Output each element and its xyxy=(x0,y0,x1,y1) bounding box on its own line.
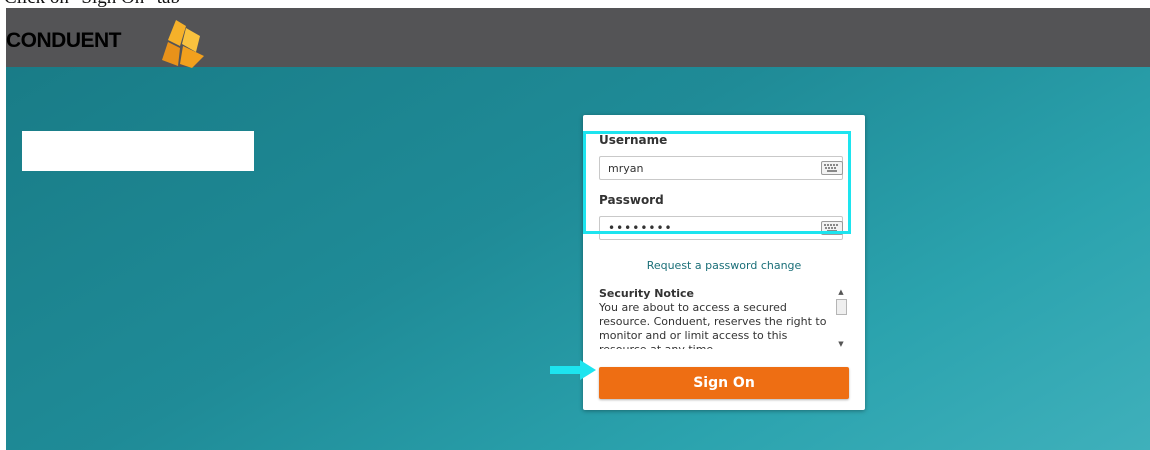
scroll-up-icon[interactable]: ▲ xyxy=(835,287,847,297)
request-password-change-link[interactable]: Request a password change xyxy=(583,259,865,272)
keyboard-icon[interactable] xyxy=(821,221,843,235)
conduent-logo-icon xyxy=(162,20,204,68)
browser-screen: CONDUENT Username Password Request a pas… xyxy=(6,8,1150,450)
brand-logo-text: CONDUENT xyxy=(6,29,122,52)
username-label: Username xyxy=(599,133,668,147)
scroll-thumb[interactable] xyxy=(836,299,847,315)
scroll-down-icon[interactable]: ▼ xyxy=(835,339,847,349)
redaction-box xyxy=(22,131,254,171)
keyboard-icon[interactable] xyxy=(821,161,843,175)
login-card: Username Password Request a password cha… xyxy=(583,115,865,410)
password-input[interactable] xyxy=(599,216,843,240)
security-notice-title: Security Notice xyxy=(599,287,694,300)
notice-scrollbar[interactable]: ▲ ▼ xyxy=(835,287,847,349)
security-notice-text: You are about to access a secured resour… xyxy=(599,301,827,349)
sign-on-button[interactable]: Sign On xyxy=(599,367,849,399)
security-notice: Security Notice You are about to access … xyxy=(599,287,849,349)
header-bar: CONDUENT xyxy=(6,8,1150,68)
pointer-arrow-icon xyxy=(550,360,596,380)
password-label: Password xyxy=(599,193,664,207)
username-input[interactable] xyxy=(599,156,843,180)
